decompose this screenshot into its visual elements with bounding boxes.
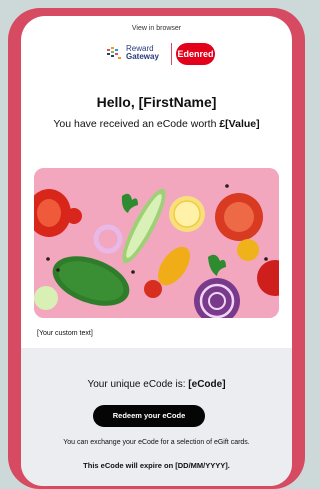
- vegetables-photo: [34, 168, 279, 318]
- edenred-logo-icon: Edenred: [176, 43, 215, 65]
- email-preview: View in browser Reward Gateway Edenred H…: [21, 16, 292, 486]
- expiry-text: This eCode will expire on [DD/MM/YYYY].: [83, 461, 230, 470]
- hero-image: [34, 168, 279, 318]
- reward-gateway-logo-icon: [107, 47, 121, 59]
- ecode-panel: Your unique eCode is: [eCode] Redeem you…: [21, 348, 292, 486]
- redeem-ecode-button[interactable]: Redeem your eCode: [93, 405, 205, 427]
- ecode-prefix: Your unique eCode is:: [87, 379, 189, 390]
- greeting-heading: Hello, [FirstName]: [96, 94, 217, 110]
- exchange-text: You can exchange your eCode for a select…: [63, 439, 250, 446]
- custom-text: [Your custom text]: [37, 330, 93, 337]
- ecode-value: [eCode]: [188, 379, 226, 390]
- ecode-line: Your unique eCode is: [eCode]: [21, 379, 292, 390]
- reward-gateway-wordmark: Reward Gateway: [126, 45, 159, 61]
- logo-divider: [171, 43, 172, 65]
- received-prefix: You have received an eCode worth: [53, 118, 220, 130]
- received-line: You have received an eCode worth £[Value…: [21, 118, 292, 130]
- reward-gateway-line2: Gateway: [126, 52, 159, 61]
- logo-bar: Reward Gateway Edenred: [21, 43, 292, 65]
- received-value: £[Value]: [219, 118, 260, 130]
- view-in-browser-link[interactable]: View in browser: [21, 25, 292, 32]
